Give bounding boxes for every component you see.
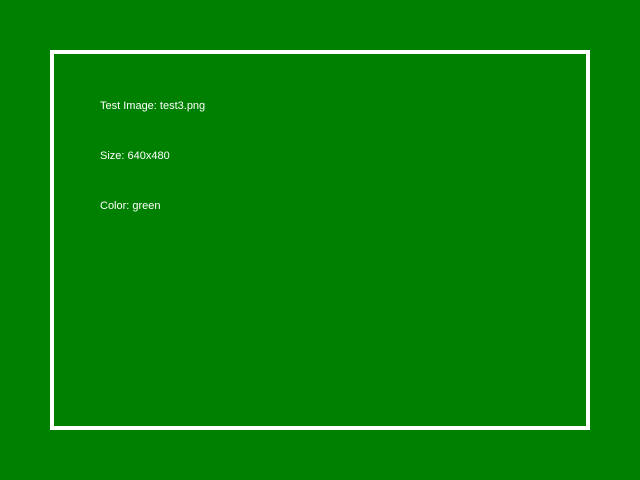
page-background: { "colors": { "background": "#008000", "… [0, 0, 640, 480]
test-image-label: Test Image: test3.png [100, 100, 206, 112]
color-label: Color: green [100, 200, 161, 212]
size-label: Size: 640x480 [100, 150, 170, 162]
